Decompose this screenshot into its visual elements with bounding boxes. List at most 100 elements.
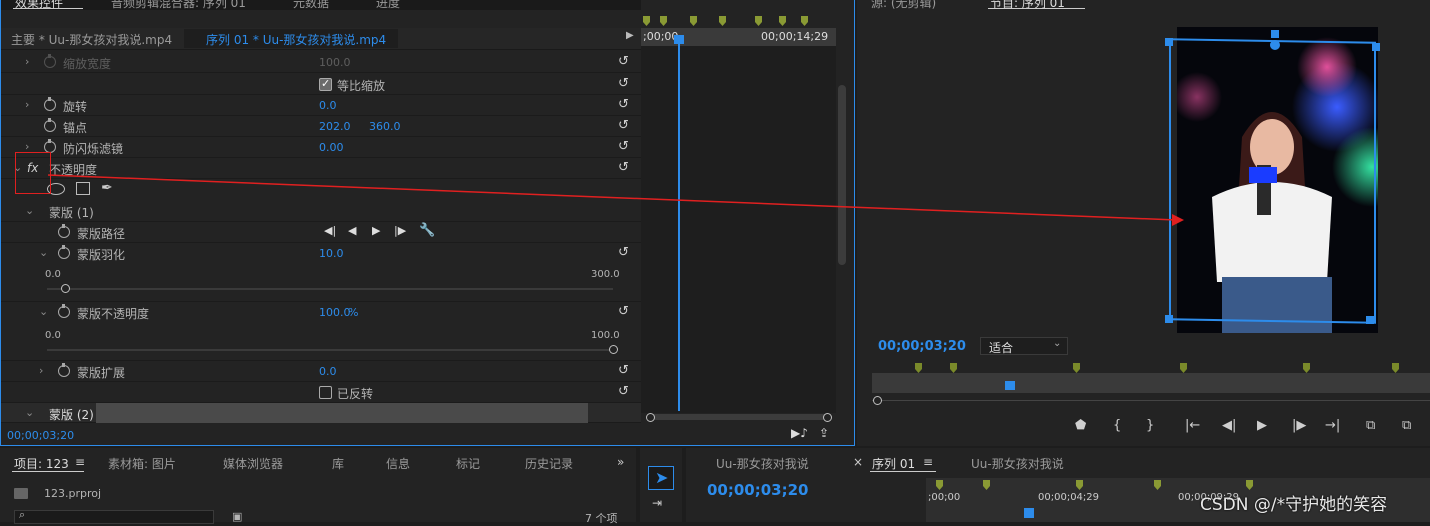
- marker-icon[interactable]: [690, 16, 697, 26]
- marker-icon[interactable]: [801, 16, 808, 26]
- stopwatch-icon[interactable]: [44, 118, 56, 132]
- transform-handle[interactable]: [1165, 315, 1173, 323]
- chevron-down-icon[interactable]: ⌄: [39, 305, 48, 318]
- prop-value[interactable]: 10.0: [319, 247, 344, 260]
- reset-icon[interactable]: ↺: [618, 384, 629, 399]
- tab-history[interactable]: 历史记录: [525, 455, 573, 472]
- zoom-track[interactable]: [872, 400, 1430, 401]
- reset-icon[interactable]: ↺: [618, 245, 629, 260]
- play-icon[interactable]: ▶: [1257, 418, 1267, 433]
- tab-clip-1[interactable]: Uu-那女孩对我说: [716, 455, 809, 472]
- transform-bounding-box[interactable]: [1169, 38, 1376, 324]
- tab-libraries[interactable]: 库: [332, 455, 344, 472]
- hamburger-icon[interactable]: ≡: [75, 455, 85, 469]
- stopwatch-icon[interactable]: [44, 97, 56, 111]
- uniform-scale-checkbox[interactable]: [319, 77, 332, 91]
- marker-icon[interactable]: [660, 16, 667, 26]
- track-select-icon[interactable]: ⇥: [652, 496, 662, 510]
- play-audio-icon[interactable]: ▶♪: [791, 426, 808, 440]
- horizontal-scrollbar[interactable]: [651, 414, 829, 420]
- prop-value[interactable]: 0.0: [319, 99, 337, 112]
- feather-slider-knob[interactable]: [61, 284, 71, 293]
- tab-clip-2[interactable]: Uu-那女孩对我说: [971, 455, 1064, 472]
- pen-tool-icon[interactable]: ✒: [101, 180, 113, 196]
- mask-label[interactable]: 蒙版 (2): [49, 406, 94, 423]
- anchor-point-icon[interactable]: [1270, 40, 1280, 50]
- vertical-scrollbar[interactable]: [838, 85, 846, 265]
- mask-opacity-slider-track[interactable]: [47, 349, 613, 351]
- tab-project[interactable]: 项目: 123: [14, 455, 69, 472]
- sequence-timecode[interactable]: 00;00;03;20: [707, 481, 809, 499]
- chevron-right-icon[interactable]: ›: [39, 364, 43, 377]
- playhead-line[interactable]: [678, 36, 680, 411]
- reset-icon[interactable]: ↺: [618, 97, 629, 112]
- marker-icon[interactable]: [719, 16, 726, 26]
- transform-handle[interactable]: [1271, 30, 1279, 38]
- playhead-handle[interactable]: [674, 35, 684, 44]
- transform-handle[interactable]: [1372, 43, 1380, 51]
- go-to-out-icon[interactable]: →|: [1325, 418, 1340, 433]
- tab-audio-mixer[interactable]: 音频剪辑混合器: 序列 01: [111, 0, 246, 11]
- timeline-ruler[interactable]: ;00;00 00;00;14;29: [641, 28, 836, 46]
- stopwatch-icon[interactable]: [58, 304, 70, 318]
- add-marker-icon[interactable]: ⬟: [1075, 418, 1086, 433]
- reset-icon[interactable]: ↺: [618, 54, 629, 69]
- master-clip-label[interactable]: 主要 * Uu-那女孩对我说.mp4: [11, 31, 172, 48]
- reset-icon[interactable]: ↺: [618, 118, 629, 133]
- chevron-down-icon[interactable]: ⌄: [25, 406, 34, 419]
- prop-value[interactable]: 0.00: [319, 141, 344, 154]
- tab-info[interactable]: 信息: [386, 455, 410, 472]
- go-to-in-icon[interactable]: |←: [1185, 418, 1200, 433]
- rectangle-mask-icon[interactable]: [76, 182, 90, 195]
- chevron-down-icon[interactable]: ⌄: [25, 204, 34, 217]
- tab-media-browser[interactable]: 媒体浏览器: [223, 455, 283, 472]
- mask-label[interactable]: 蒙版 (1): [49, 204, 94, 221]
- stopwatch-icon[interactable]: [58, 224, 70, 238]
- prop-value[interactable]: 100.0: [319, 306, 351, 319]
- transform-handle[interactable]: [1165, 38, 1173, 46]
- tab-progress[interactable]: 进度: [376, 0, 400, 11]
- reset-icon[interactable]: ↺: [618, 160, 629, 175]
- reset-icon[interactable]: ↺: [618, 139, 629, 154]
- tab-markers[interactable]: 标记: [456, 455, 480, 472]
- program-playhead[interactable]: [1005, 381, 1015, 390]
- chevron-right-icon[interactable]: ›: [25, 98, 29, 111]
- lift-icon[interactable]: ⧉: [1366, 418, 1375, 433]
- chevron-down-icon[interactable]: ⌄: [39, 246, 48, 259]
- extract-icon[interactable]: ⧉: [1402, 418, 1411, 433]
- sequence-clip-selector[interactable]: 序列 01 * Uu-那女孩对我说.mp4: [184, 29, 398, 48]
- export-icon[interactable]: ⇪: [819, 426, 829, 440]
- tab-sequence[interactable]: 序列 01: [872, 455, 915, 472]
- mark-in-icon[interactable]: {: [1113, 418, 1121, 433]
- stopwatch-icon[interactable]: [58, 363, 70, 377]
- tab-program[interactable]: 节目: 序列 01: [990, 0, 1065, 11]
- chevron-right-icon[interactable]: ›: [25, 55, 29, 68]
- tab-source[interactable]: 源: (无剪辑): [871, 0, 936, 11]
- marker-icon[interactable]: [643, 16, 650, 26]
- marker-icon[interactable]: [755, 16, 762, 26]
- reset-icon[interactable]: ↺: [618, 363, 629, 378]
- step-backward-icon[interactable]: ◀: [348, 224, 356, 237]
- mark-out-icon[interactable]: }: [1146, 418, 1154, 433]
- zoom-handle[interactable]: [873, 396, 882, 405]
- wrench-icon[interactable]: 🔧: [419, 223, 435, 238]
- program-timecode[interactable]: 00;00;03;20: [878, 339, 966, 354]
- marker-icon[interactable]: [779, 16, 786, 26]
- anchor-x-value[interactable]: 202.0: [319, 120, 351, 133]
- inverted-checkbox[interactable]: [319, 386, 332, 399]
- scroll-handle-left[interactable]: [646, 413, 655, 422]
- prop-value[interactable]: 0.0: [319, 365, 337, 378]
- close-icon[interactable]: ×: [853, 455, 863, 469]
- footer-timecode[interactable]: 00;00;03;20: [7, 429, 74, 442]
- fit-dropdown[interactable]: 适合 ⌄: [980, 337, 1068, 355]
- mask-opacity-slider-knob[interactable]: [608, 345, 618, 354]
- step-forward-icon[interactable]: ▶: [372, 224, 380, 237]
- transform-handle[interactable]: [1366, 316, 1374, 324]
- play-triangle-icon[interactable]: ▶: [626, 30, 634, 41]
- step-forward-icon[interactable]: |▶: [1292, 418, 1306, 433]
- track-forward-icon[interactable]: |▶: [394, 224, 406, 237]
- step-back-icon[interactable]: ◀|: [1222, 418, 1236, 433]
- scroll-handle-right[interactable]: [823, 413, 832, 422]
- tab-metadata[interactable]: 元数据: [293, 0, 329, 11]
- selection-tool[interactable]: ➤: [648, 466, 674, 490]
